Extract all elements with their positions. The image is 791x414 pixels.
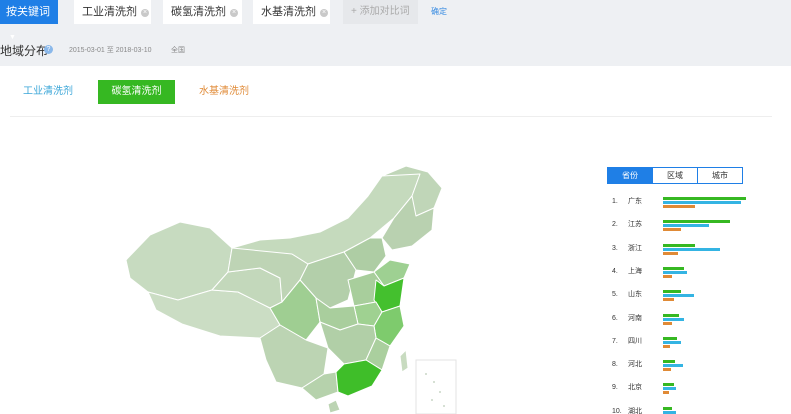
- rank-province-name: 河南: [628, 314, 642, 322]
- add-compare-button[interactable]: + 添加对比词: [343, 0, 418, 24]
- bar-keyword-2: [663, 220, 730, 224]
- ranking-row[interactable]: 10. 湖北: [612, 406, 772, 414]
- date-range[interactable]: 2015-03-01 至 2018-03-10: [69, 45, 152, 55]
- map-region: [327, 399, 341, 414]
- keyword-toolbar: 按关键词 ▼ 工业清洗剂 × 碳氢清洗剂 × 水基清洗剂 × + 添加对比词 确定: [0, 0, 791, 41]
- rank-province-name: 湖北: [628, 407, 642, 414]
- bar-keyword-2: [663, 197, 746, 200]
- rank-province-name: 四川: [628, 337, 642, 345]
- bar-keyword-2: [663, 266, 684, 270]
- ranking-row[interactable]: 9. 北京: [612, 383, 772, 403]
- bar-keyword-2: [663, 406, 672, 410]
- bar-keyword-2: [663, 313, 679, 317]
- rank-number: 4.: [612, 267, 618, 275]
- bar-keyword-3: [663, 228, 681, 232]
- bar-keyword-1: [663, 201, 741, 204]
- bar-keyword-1: [663, 364, 683, 368]
- rank-province-name: 广东: [628, 198, 642, 205]
- ranking-row[interactable]: 4. 上海: [612, 266, 772, 287]
- bar-keyword-3: [663, 344, 670, 348]
- bar-keyword-3: [663, 391, 669, 395]
- section-title: 地域分布: [0, 44, 49, 58]
- map-region: [335, 359, 383, 397]
- date-start: 2015-03-01: [69, 47, 105, 54]
- bar-keyword-2: [663, 336, 677, 340]
- confirm-button[interactable]: 确定: [431, 0, 447, 24]
- ranking-row[interactable]: 5. 山东: [612, 290, 772, 310]
- tab-province[interactable]: 省份: [608, 168, 652, 183]
- bar-keyword-3: [663, 251, 678, 255]
- bar-keyword-3: [663, 368, 671, 372]
- bar-keyword-1: [663, 317, 684, 321]
- tab-keyword-1[interactable]: 工业清洗剂: [23, 80, 73, 104]
- rank-number: 10.: [612, 407, 622, 414]
- bar-keyword-1: [663, 247, 720, 251]
- chevron-down-icon: ▼: [9, 34, 16, 41]
- keyword-tag[interactable]: 水基清洗剂 ×: [253, 0, 330, 24]
- ranking-row[interactable]: 1. 广东: [612, 197, 772, 217]
- rank-province-name: 河北: [628, 361, 642, 369]
- rank-number: 5.: [612, 291, 618, 299]
- ranking-tabs: 省份 区域 城市: [607, 167, 743, 184]
- bar-keyword-2: [663, 290, 681, 294]
- tab-keyword-2[interactable]: 碳氢清洗剂: [98, 80, 175, 104]
- ranking-row[interactable]: 7. 四川: [612, 336, 772, 357]
- keyword-tag-label: 工业清洗剂: [82, 6, 137, 18]
- rank-number: 1.: [612, 198, 618, 205]
- rank-province-name: 上海: [628, 267, 642, 275]
- date-end: 2018-03-10: [115, 47, 152, 54]
- map-region: [399, 349, 409, 373]
- bar-keyword-1: [663, 387, 676, 391]
- bar-keyword-3: [663, 298, 674, 302]
- bar-keyword-3: [663, 205, 695, 208]
- rank-number: 2.: [612, 221, 618, 229]
- tab-region[interactable]: 区域: [652, 168, 697, 183]
- date-separator: 至: [106, 47, 114, 54]
- help-icon[interactable]: ?: [44, 45, 53, 54]
- rank-number: 6.: [612, 314, 618, 322]
- ranking-row[interactable]: 3. 浙江: [612, 243, 772, 264]
- remove-icon[interactable]: ×: [141, 9, 149, 17]
- keyword-mode-select[interactable]: 按关键词 ▼: [0, 0, 58, 41]
- rank-number: 7.: [612, 337, 618, 345]
- rank-province-name: 山东: [628, 291, 642, 299]
- tab-keyword-3[interactable]: 水基清洗剂: [199, 80, 249, 104]
- bar-keyword-1: [663, 340, 681, 344]
- region-scope[interactable]: 全国: [171, 45, 185, 55]
- remove-icon[interactable]: ×: [320, 9, 328, 17]
- rank-province-name: 浙江: [628, 244, 642, 252]
- rank-number: 8.: [612, 361, 618, 369]
- keyword-tag-label: 碳氢清洗剂: [171, 6, 226, 18]
- rank-number: 9.: [612, 384, 618, 392]
- map-inset: [415, 359, 457, 414]
- ranking-row[interactable]: 2. 江苏: [612, 220, 772, 240]
- bar-keyword-3: [663, 321, 672, 325]
- bar-keyword-1: [663, 294, 694, 298]
- divider: [10, 116, 772, 117]
- bar-keyword-2: [663, 383, 674, 387]
- tab-city[interactable]: 城市: [697, 168, 742, 183]
- keyword-mode-label: 按关键词: [6, 6, 50, 18]
- bar-keyword-1: [663, 270, 687, 274]
- bar-keyword-1: [663, 224, 709, 228]
- bar-keyword-3: [663, 274, 672, 278]
- bar-keyword-2: [663, 243, 695, 247]
- bar-keyword-1: [663, 410, 676, 414]
- ranking-row[interactable]: 8. 河北: [612, 360, 772, 380]
- remove-icon[interactable]: ×: [230, 9, 238, 17]
- keyword-tag[interactable]: 工业清洗剂 ×: [74, 0, 151, 24]
- china-map[interactable]: [120, 160, 465, 414]
- keyword-tag-label: 水基清洗剂: [261, 6, 316, 18]
- ranking-row[interactable]: 6. 河南: [612, 313, 772, 334]
- rank-number: 3.: [612, 244, 618, 252]
- keyword-tag[interactable]: 碳氢清洗剂 ×: [163, 0, 242, 24]
- rank-province-name: 北京: [628, 384, 642, 392]
- rank-province-name: 江苏: [628, 221, 642, 229]
- bar-keyword-2: [663, 360, 675, 364]
